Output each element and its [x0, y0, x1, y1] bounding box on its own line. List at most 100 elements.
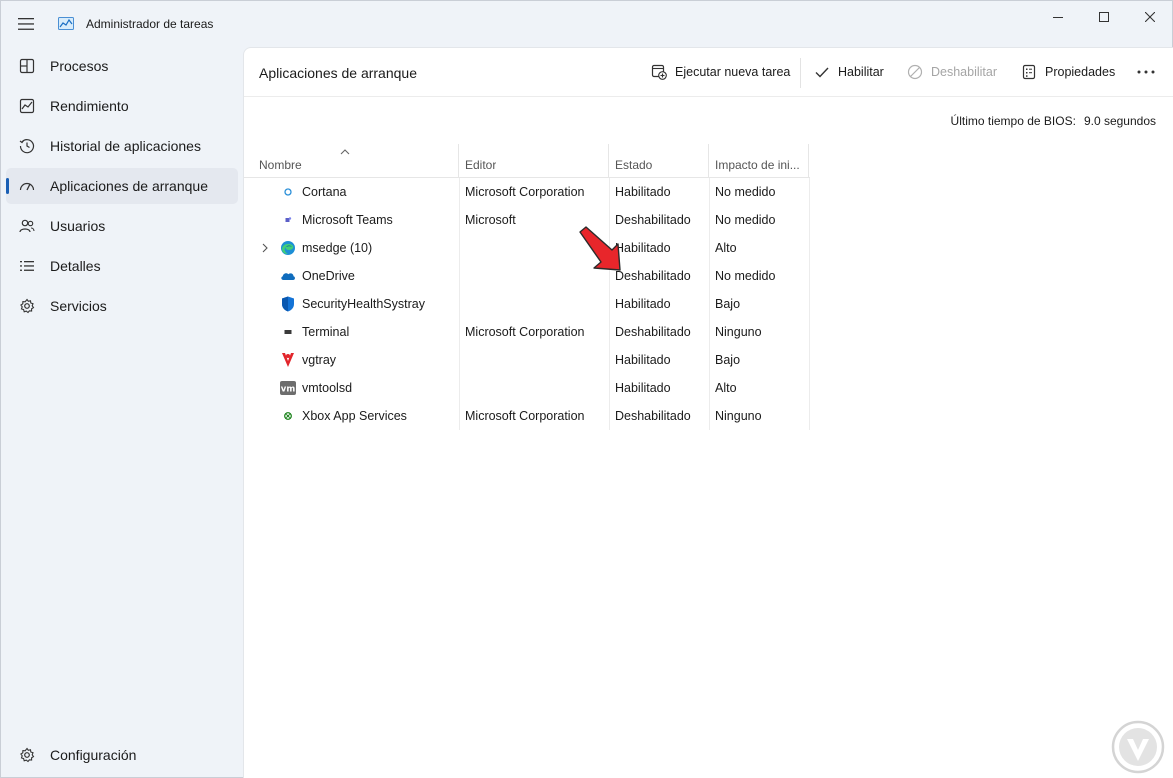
onedrive-cloud-icon [280, 268, 296, 284]
sidebar-item-label: Servicios [50, 298, 107, 314]
services-gear-icon [18, 297, 36, 315]
xbox-icon [280, 408, 296, 424]
bios-time: Último tiempo de BIOS: 9.0 segundos [951, 114, 1156, 128]
app-name: msedge (10) [302, 241, 373, 255]
app-name: Cortana [302, 185, 347, 199]
app-state: Habilitado [615, 185, 671, 199]
table-row[interactable]: OneDrive Deshabilitado No medido [244, 262, 810, 290]
properties-label: Propiedades [1045, 65, 1116, 79]
column-header-impact[interactable]: Impacto de ini... [709, 144, 809, 178]
enable-button[interactable]: Habilitar [814, 60, 884, 84]
sidebar-item-details[interactable]: Detalles [6, 248, 238, 284]
performance-chart-icon [18, 97, 36, 115]
terminal-icon [280, 324, 296, 340]
sidebar-item-startup-apps[interactable]: Aplicaciones de arranque [6, 168, 238, 204]
startup-speedometer-icon [18, 177, 36, 195]
sidebar-item-users[interactable]: Usuarios [6, 208, 238, 244]
app-name: vmtoolsd [302, 381, 353, 395]
settings-gear-icon [18, 746, 36, 764]
edge-icon [280, 240, 296, 256]
table-row[interactable]: Terminal Microsoft Corporation Deshabili… [244, 318, 810, 346]
app-impact: Alto [715, 381, 737, 395]
table-row[interactable]: Xbox App Services Microsoft Corporation … [244, 402, 810, 430]
maximize-icon[interactable] [1081, 1, 1127, 33]
app-name: OneDrive [302, 269, 355, 283]
checkmark-icon [814, 64, 830, 80]
app-state: Habilitado [615, 381, 671, 395]
users-icon [18, 217, 36, 235]
annotation-arrow-icon [579, 226, 621, 271]
app-state: Habilitado [615, 297, 671, 311]
app-editor: Microsoft Corporation [465, 325, 585, 339]
app-impact: No medido [715, 269, 776, 283]
run-new-task-button[interactable]: Ejecutar nueva tarea [651, 60, 790, 84]
chevron-right-icon[interactable] [260, 242, 270, 254]
table-row[interactable]: Cortana Microsoft Corporation Habilitado… [244, 178, 810, 206]
sidebar-item-label: Configuración [50, 747, 137, 763]
app-name: SecurityHealthSystray [302, 297, 425, 311]
column-header-label: Impacto de ini... [715, 158, 800, 172]
app-editor: Microsoft Corporation [465, 409, 585, 423]
minimize-icon[interactable] [1035, 1, 1081, 33]
column-header-name[interactable]: Nombre [253, 144, 459, 178]
app-state: Habilitado [615, 353, 671, 367]
app-impact: Alto [715, 241, 737, 255]
app-impact: Bajo [715, 297, 741, 311]
app-name: vgtray [302, 353, 337, 367]
table-row[interactable]: vm vmtoolsd Habilitado Alto [244, 374, 810, 402]
hamburger-menu-icon[interactable] [11, 9, 41, 39]
properties-icon [1021, 64, 1037, 80]
header-divider [244, 96, 1173, 97]
column-header-editor[interactable]: Editor [459, 144, 609, 178]
table-row[interactable]: vgtray Habilitado Bajo [244, 346, 810, 374]
app-editor: Microsoft [465, 213, 516, 227]
app-name: Xbox App Services [302, 409, 407, 423]
sidebar-item-label: Usuarios [50, 218, 106, 234]
task-manager-window: Administrador de tareas Procesos Rendimi… [0, 0, 1173, 778]
properties-button[interactable]: Propiedades [1021, 60, 1115, 84]
sidebar-item-label: Historial de aplicaciones [50, 138, 201, 154]
table-row[interactable]: msedge (10) Habilitado Alto [244, 234, 810, 262]
page-title: Aplicaciones de arranque [259, 65, 417, 81]
title-bar: Administrador de tareas [1, 1, 1172, 47]
sidebar-item-processes[interactable]: Procesos [6, 48, 238, 84]
run-new-task-icon [651, 64, 667, 80]
disable-circle-icon [907, 64, 923, 80]
watermark-logo-icon [1111, 720, 1165, 774]
command-separator [800, 58, 801, 88]
app-state: Deshabilitado [615, 213, 691, 227]
sidebar-item-settings[interactable]: Configuración [6, 737, 238, 773]
processes-grid-icon [18, 57, 36, 75]
close-icon[interactable] [1127, 1, 1173, 33]
bios-time-label: Último tiempo de BIOS: [950, 114, 1076, 128]
window-title: Administrador de tareas [86, 17, 214, 31]
vmware-icon: vm [280, 380, 296, 396]
app-name: Microsoft Teams [302, 213, 393, 227]
column-header-state[interactable]: Estado [609, 144, 709, 178]
sidebar-item-app-history[interactable]: Historial de aplicaciones [6, 128, 238, 164]
security-shield-icon [280, 296, 296, 312]
column-header-label: Editor [465, 158, 497, 172]
app-state: Deshabilitado [615, 325, 691, 339]
main-panel: Aplicaciones de arranque Ejecutar nueva … [243, 47, 1173, 778]
teams-icon [280, 212, 296, 228]
table-row[interactable]: SecurityHealthSystray Habilitado Bajo [244, 290, 810, 318]
table-row[interactable]: Microsoft Teams Microsoft Deshabilitado … [244, 206, 810, 234]
app-impact: No medido [715, 213, 776, 227]
enable-label: Habilitar [838, 65, 884, 79]
sidebar-item-services[interactable]: Servicios [6, 288, 238, 324]
sidebar-item-performance[interactable]: Rendimiento [6, 88, 238, 124]
cortana-icon [280, 184, 296, 200]
svg-text:vm: vm [281, 385, 296, 395]
disable-label: Deshabilitar [931, 65, 998, 79]
app-impact: Ninguno [715, 325, 762, 339]
column-header-label: Nombre [259, 158, 302, 172]
sidebar-item-label: Detalles [50, 258, 101, 274]
app-editor: Microsoft Corporation [465, 185, 585, 199]
more-options-icon[interactable] [1137, 60, 1155, 84]
sidebar-item-label: Aplicaciones de arranque [50, 178, 208, 194]
run-new-task-label: Ejecutar nueva tarea [675, 65, 791, 79]
app-name: Terminal [302, 325, 350, 339]
disable-button[interactable]: Deshabilitar [907, 60, 997, 84]
sidebar-item-label: Rendimiento [50, 98, 129, 114]
